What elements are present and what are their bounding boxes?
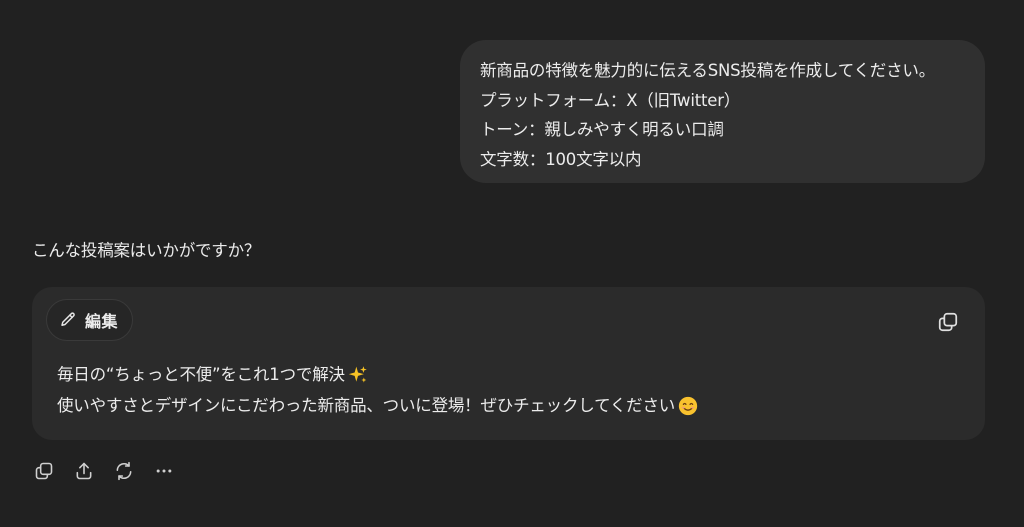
more-options-button[interactable] [150, 457, 178, 485]
user-message-line: トーン：親しみやすく明るい口調 [480, 120, 724, 139]
user-message-line: 文字数：100文字以内 [480, 149, 642, 169]
draft-line: 毎日の“ちょっと不便”をこれ1つで解決 [57, 359, 698, 390]
message-action-bar [30, 455, 178, 487]
draft-line-text: 使いやすさとデザインにこだわった新商品、ついに登場！ぜひチェックしてください [57, 396, 676, 415]
chat-page: 新商品の特徴を魅力的に伝えるSNS投稿を作成してください。 プラットフォーム：X… [0, 0, 1024, 527]
share-button[interactable] [70, 457, 98, 485]
smiling-face-icon [678, 396, 698, 416]
sparkles-icon [348, 365, 368, 385]
edit-button[interactable]: 編集 [46, 299, 134, 341]
copy-icon [34, 461, 54, 481]
draft-line-text: 毎日の“ちょっと不便”をこれ1つで解決 [57, 365, 345, 384]
user-message-line: 新商品の特徴を魅力的に伝えるSNS投稿を作成してください。 [480, 61, 936, 80]
assistant-intro-text: こんな投稿案はいかがですか？ [32, 241, 261, 260]
regenerate-icon [114, 461, 134, 481]
edit-button-label: 編集 [85, 312, 119, 331]
user-message-bubble: 新商品の特徴を魅力的に伝えるSNS投稿を作成してください。 プラットフォーム：X… [460, 40, 985, 183]
share-icon [74, 461, 94, 481]
draft-card: 編集 毎日の“ちょっと不便”をこれ1つで解決 使いやすさとデザインにこだわった新… [32, 287, 985, 440]
user-message-line: プラットフォーム：X（旧Twitter） [480, 90, 741, 110]
regenerate-button[interactable] [110, 457, 138, 485]
draft-text: 毎日の“ちょっと不便”をこれ1つで解決 使いやすさとデザインにこだわった新商品、… [57, 359, 698, 421]
copy-draft-icon[interactable] [935, 309, 961, 335]
pencil-icon [59, 311, 77, 329]
copy-button[interactable] [30, 457, 58, 485]
more-icon [154, 461, 174, 481]
draft-line: 使いやすさとデザインにこだわった新商品、ついに登場！ぜひチェックしてください [57, 390, 698, 421]
